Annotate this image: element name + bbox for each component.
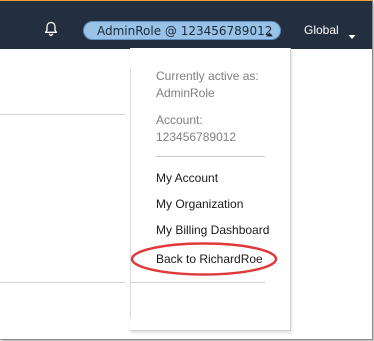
dropdown-divider <box>156 156 265 157</box>
menu-item-my-organization[interactable]: My Organization <box>156 196 243 212</box>
region-label: Global <box>304 23 339 37</box>
active-as-label: Currently active as: <box>156 69 259 83</box>
role-switcher-button[interactable]: AdminRole @ 123456789012 <box>83 21 281 40</box>
menu-item-back-to-user[interactable]: Back to RichardRoe <box>156 251 263 267</box>
page-divider-bottom <box>0 282 125 283</box>
dropdown-bottom-divider <box>130 282 265 283</box>
account-label: Account: <box>156 113 203 127</box>
caret-up-icon <box>265 26 274 37</box>
region-selector[interactable]: Global <box>304 21 356 39</box>
screenshot-frame: AdminRole @ 123456789012 Global Currentl… <box>0 0 373 340</box>
caret-down-icon <box>348 27 356 39</box>
page-divider-top <box>0 114 125 115</box>
dropdown-left-border <box>130 68 131 318</box>
top-navbar: AdminRole @ 123456789012 Global <box>0 0 372 49</box>
account-id-value: 123456789012 <box>156 130 237 144</box>
role-switcher-label: AdminRole @ 123456789012 <box>97 24 273 38</box>
menu-item-my-account[interactable]: My Account <box>156 170 218 186</box>
active-role-value: AdminRole <box>156 86 215 100</box>
menu-item-billing-dashboard[interactable]: My Billing Dashboard <box>156 222 269 238</box>
bell-icon[interactable] <box>43 21 59 37</box>
